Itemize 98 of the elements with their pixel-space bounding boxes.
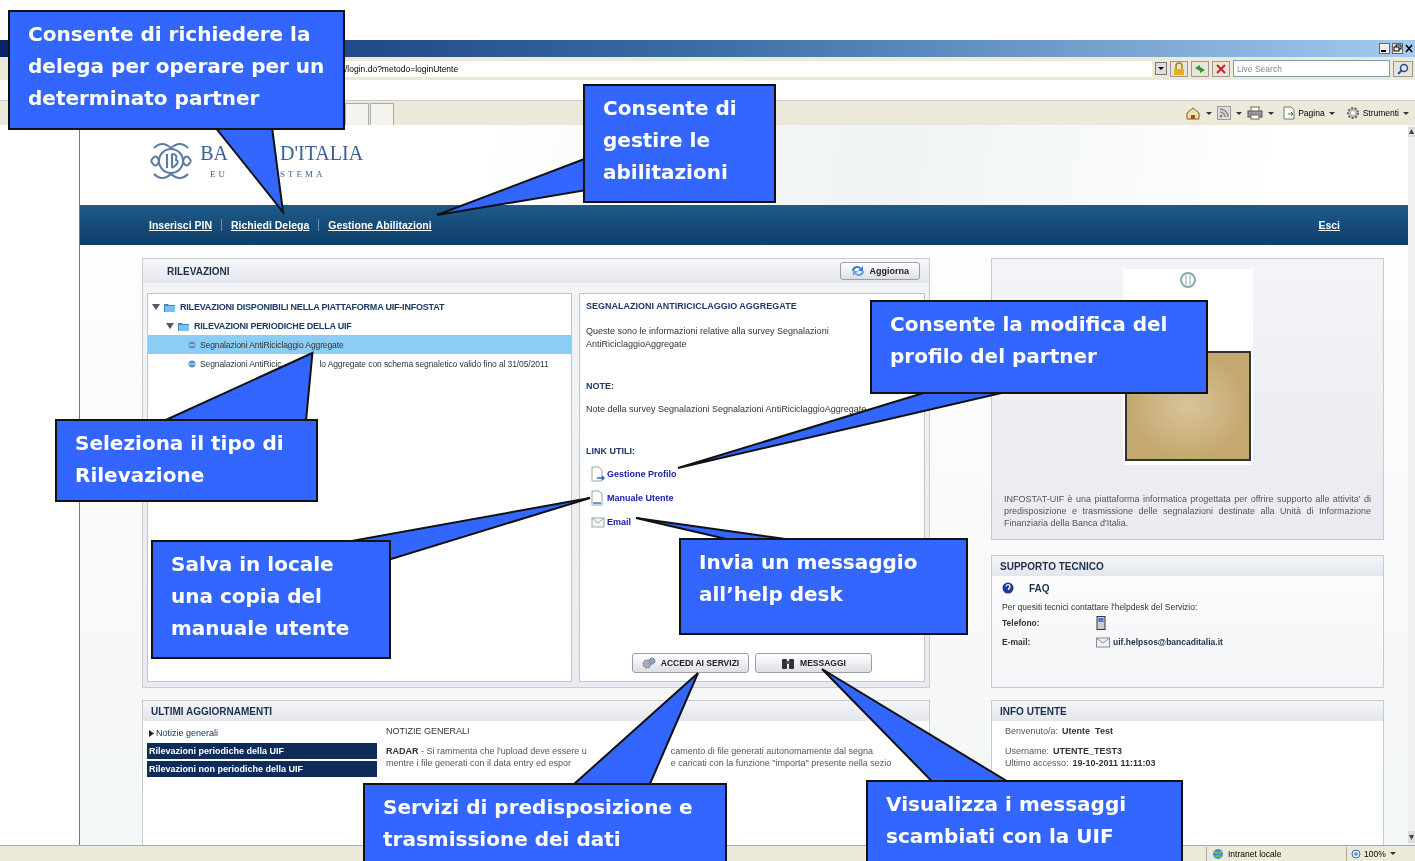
field-label: Telefono: xyxy=(1002,618,1041,628)
field-label: Benvenuto/a: xyxy=(1005,725,1059,737)
field-value: 19-10-2011 11:11:03 xyxy=(1072,757,1156,769)
link[interactable]: Manuale Utente xyxy=(607,493,674,503)
caret-icon[interactable] xyxy=(1267,109,1276,117)
mail-icon xyxy=(1096,636,1110,648)
zoom-control[interactable]: 100% xyxy=(1346,846,1415,861)
caret-icon[interactable] xyxy=(1205,109,1214,117)
tree-node[interactable]: RILEVAZIONI PERIODICHE DELLA UIF xyxy=(194,320,352,331)
tree-item[interactable]: Segnalazioni AntiRiciclaggio Aggregate xyxy=(200,339,344,350)
dropdown-icon[interactable] xyxy=(1155,62,1167,75)
logout-link[interactable]: Esci xyxy=(1318,219,1340,231)
field-value: Utente Test xyxy=(1062,725,1113,737)
caret-icon xyxy=(1402,109,1410,117)
panel-title: RILEVAZIONI xyxy=(167,265,230,277)
printer-icon[interactable] xyxy=(1247,106,1264,120)
toolbar-menu-button[interactable]: Strumenti xyxy=(1342,106,1413,120)
menu-item[interactable]: Rilevazioni non periodiche della UIF xyxy=(147,761,377,777)
caret-icon[interactable] xyxy=(1235,109,1244,117)
support-text: Per quesiti tecnici contattare l'helpdesk del Servizio: xyxy=(1001,601,1199,612)
refresh-icon xyxy=(850,265,865,277)
news-text: RADAR - Si rammenta che l'upload deve essere u xyxy=(386,745,587,757)
emblem-icon xyxy=(1178,271,1197,289)
panel-title: ULTIMI AGGIORNAMENTI xyxy=(151,705,273,717)
restore-icon[interactable] xyxy=(1392,43,1403,54)
news-text: camento di file generati autonomamente dal segna xyxy=(670,745,874,757)
globe-icon xyxy=(1211,847,1225,860)
detail-title: SEGNALAZIONI ANTIRICICLAGGIO AGGREGATE xyxy=(586,301,798,311)
caret-icon xyxy=(1388,850,1397,857)
gear-icon xyxy=(1345,106,1360,120)
refresh-button[interactable]: Aggiorna xyxy=(839,262,920,280)
field-value: UTENTE_TEST3 xyxy=(1053,745,1123,757)
links-label: LINK UTILI: xyxy=(586,446,636,456)
phone-icon xyxy=(1096,616,1106,630)
notes-text: Note della survey Segnalazioni Segnalazioni AntiRiciclaggioAggregate xyxy=(586,403,868,416)
notes-label: NOTE: xyxy=(586,381,615,391)
tree-row[interactable]: Segnalazioni AntiRicic lo Aggregate con schema segnaletico valido fino al 31/05/2011 xyxy=(148,354,571,373)
gears-icon xyxy=(641,656,656,670)
nav-link[interactable]: Inserisci PIN xyxy=(149,219,213,231)
home-icon[interactable] xyxy=(1185,106,1202,120)
nav-link[interactable]: Gestione Abilitazioni xyxy=(328,219,432,231)
link[interactable]: Gestione Profilo xyxy=(607,469,677,479)
expanded-icon[interactable] xyxy=(152,302,160,311)
callout: Visualizza i messaggi scambiati con la UIF xyxy=(866,780,1183,861)
address-field[interactable]: /login.do?metodo=loginUtente xyxy=(343,60,1152,77)
search-icon[interactable] xyxy=(1393,60,1413,77)
folder-icon xyxy=(178,320,190,331)
platform-description: INFOSTAT-UIF è una piattaforma informatica progettata per offrire supporto alle attivita' di predisposizione e trasmissione delle segnalazioni destinate alla Unità di Informazione Finanziaria della Banca d'Italia. xyxy=(1004,493,1371,529)
page-icon xyxy=(1282,106,1296,120)
field-label: E-mail: xyxy=(1002,637,1032,647)
nav-link[interactable]: Richiedi Delega xyxy=(231,219,310,231)
callout: Consente la modifica del profilo del partner xyxy=(870,300,1208,394)
selected-tree-row[interactable]: Segnalazioni AntiRiciclaggio Aggregate xyxy=(148,335,571,354)
news-text: mentre i file generati con il data entry ed espor xyxy=(386,757,573,769)
callout: Seleziona il tipo di Rilevazione xyxy=(55,419,318,502)
bullet-icon xyxy=(188,340,196,349)
panel-title: SUPPORTO TECNICO xyxy=(1000,560,1104,572)
expanded-icon[interactable] xyxy=(166,321,174,330)
triangle-icon xyxy=(149,729,154,737)
refresh-icon[interactable] xyxy=(1191,60,1209,77)
logo-text: EU xyxy=(210,168,228,181)
help-icon xyxy=(1002,582,1014,594)
zoom-icon xyxy=(1351,848,1361,859)
stop-icon[interactable] xyxy=(1212,60,1230,77)
detail-description: Queste sono le informazioni relative alla survey Segnalazioni AntiRiciclaggioAggregate xyxy=(586,325,830,351)
link[interactable]: Email xyxy=(607,517,631,527)
folder-icon xyxy=(164,301,176,312)
bullet-icon xyxy=(188,359,196,368)
document-icon xyxy=(591,490,605,506)
logo-text: D'ITALIA xyxy=(280,141,364,165)
tree-item[interactable]: lo Aggregate con schema segnaletico valido fino al 31/05/2011 xyxy=(319,358,549,369)
tree-node[interactable]: RILEVAZIONI DISPONIBILI NELLA PIATTAFORMA UIF-INFOSTAT xyxy=(180,301,445,312)
messages-button[interactable]: MESSAGGI xyxy=(755,653,872,673)
logo-text: STEMA xyxy=(280,168,326,181)
search-field[interactable]: Live Search xyxy=(1233,60,1390,77)
email-address-link[interactable]: uif.helpsos@bancaditalia.it xyxy=(1113,637,1223,647)
faq-link[interactable]: FAQ xyxy=(1029,582,1050,594)
callout: Consente di gestire le abilitazioni xyxy=(583,84,776,203)
news-text: e caricati con la funzione "importa" presente nella sezio xyxy=(670,757,892,769)
news-heading: NOTIZIE GENERALI xyxy=(386,726,471,736)
caret-icon xyxy=(1327,109,1336,117)
toolbar-menu-button[interactable]: Pagina xyxy=(1279,106,1339,120)
scrollbar-drawing[interactable] xyxy=(1408,125,1415,845)
tree-item[interactable]: Segnalazioni AntiRicic xyxy=(200,358,282,369)
field-label: Username: xyxy=(1005,745,1049,757)
callout: Servizi di predisposizione e trasmissione dei dati xyxy=(363,783,727,861)
services-button[interactable]: ACCEDI AI SERVIZI xyxy=(632,653,749,673)
panel-title: INFO UTENTE xyxy=(1000,705,1067,717)
zone-label: Intranet locale xyxy=(1228,848,1282,859)
document-arrow-icon xyxy=(591,466,605,482)
field-label: Ultimo accesso: xyxy=(1005,757,1069,769)
binoculars-icon xyxy=(781,656,796,670)
logo-text: BA xyxy=(200,141,228,165)
close-icon[interactable] xyxy=(1405,43,1413,54)
menu-item[interactable]: Rilevazioni periodiche della UIF xyxy=(147,743,377,759)
minimize-icon[interactable] xyxy=(1379,43,1390,54)
mail-icon xyxy=(591,514,605,530)
callout: Salva in locale una copia del manuale utente xyxy=(151,540,391,659)
